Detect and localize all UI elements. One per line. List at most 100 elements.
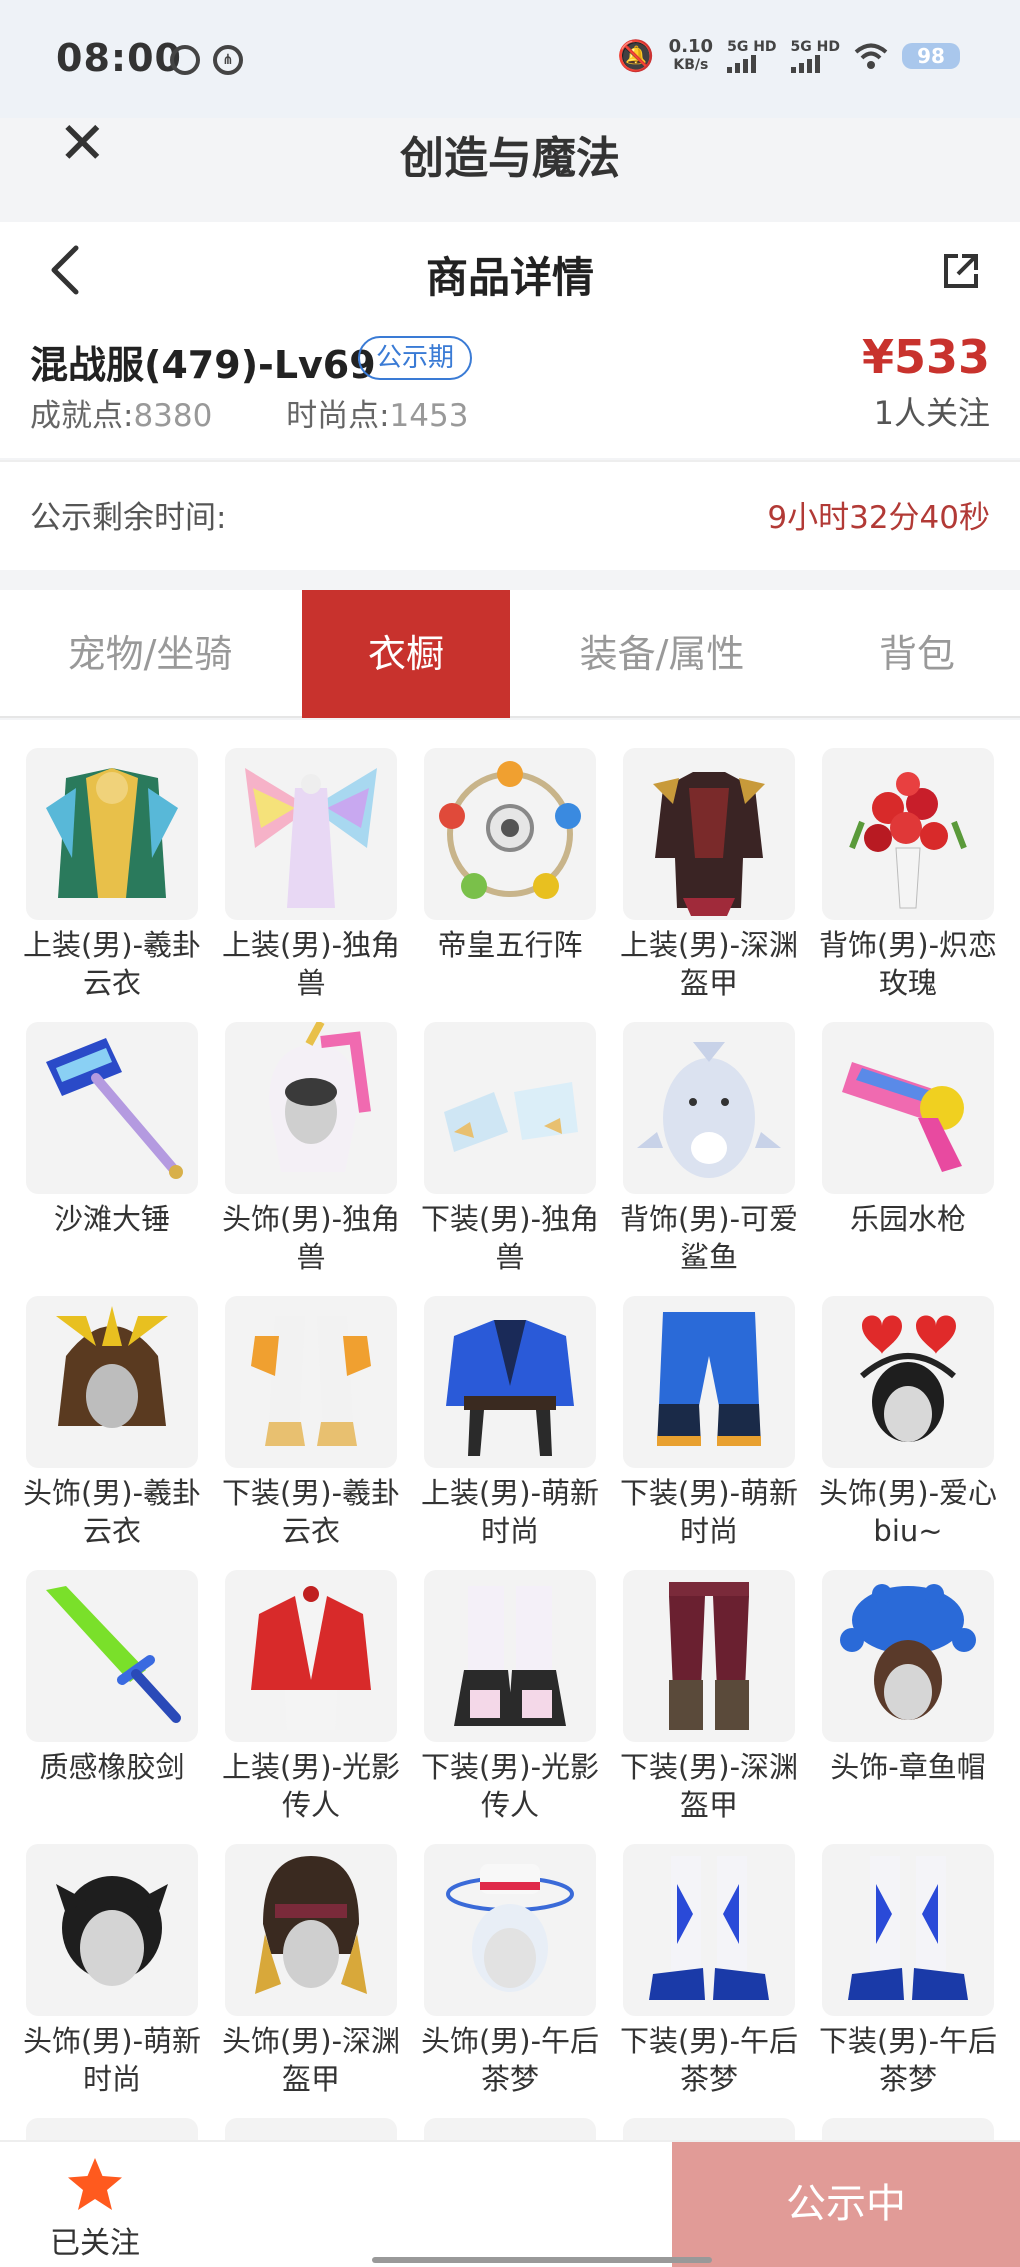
achievement-label: 成就点:	[30, 398, 134, 434]
hair-icon	[26, 1844, 198, 2016]
wardrobe-item[interactable]: 下装(男)-羲卦云衣	[222, 1296, 400, 1556]
wardrobe-item[interactable]: 头饰(男)-羲卦云衣	[23, 1296, 201, 1556]
boots-icon	[424, 1570, 596, 1742]
sword-icon	[26, 1570, 198, 1742]
wifi-icon	[854, 43, 888, 69]
item-name: 上装(男)-光影传人	[221, 1750, 401, 1822]
sun-hat-icon	[424, 1844, 596, 2016]
jacket-icon	[225, 1570, 397, 1742]
status-button[interactable]: 公示中	[672, 2142, 1020, 2267]
item-name: 沙滩大锤	[53, 1202, 170, 1236]
list-item	[623, 2118, 795, 2140]
item-name: 下装(男)-光影传人	[420, 1750, 600, 1822]
item-name: 下装(男)-深渊盔甲	[619, 1750, 799, 1822]
app-notification-icon-2: ⋔	[213, 45, 243, 75]
wardrobe-item[interactable]: 下装(男)-独角兽	[421, 1022, 599, 1282]
hammer-icon	[26, 1022, 198, 1194]
winged-suit-icon	[225, 748, 397, 920]
unicorn-hood-icon	[225, 1022, 397, 1194]
item-name: 帝皇五行阵	[437, 928, 583, 962]
status-indicators: 🔕 0.10 KB/s 5G HD 5G HD 98	[617, 38, 960, 74]
item-name: 上装(男)-萌新时尚	[420, 1476, 600, 1548]
wardrobe-item[interactable]: 乐园水枪	[822, 1022, 994, 1282]
share-icon[interactable]	[940, 250, 982, 292]
price: ¥533	[861, 330, 990, 384]
wardrobe-item[interactable]: 头饰(男)-独角兽	[222, 1022, 400, 1282]
remaining-time-label: 公示剩余时间:	[30, 500, 227, 536]
wardrobe-item[interactable]: 上装(男)-独角兽	[222, 748, 400, 1008]
tab-wardrobe[interactable]: 衣橱	[302, 590, 510, 718]
sim1-signal: 5G HD	[727, 39, 777, 73]
remaining-time-value: 9小时32分40秒	[767, 500, 990, 536]
battery-icon: 98	[902, 43, 960, 69]
mute-bell-icon: 🔕	[617, 38, 655, 74]
remaining-time-row: 公示剩余时间: 9小时32分40秒	[0, 460, 1020, 570]
item-name: 背饰(男)-可爱鲨鱼	[619, 1202, 799, 1274]
pants-icon	[623, 1570, 795, 1742]
wardrobe-item[interactable]: 上装(男)-萌新时尚	[421, 1296, 599, 1556]
tab-backpack[interactable]: 背包	[814, 590, 1020, 718]
star-icon	[68, 2158, 122, 2210]
wardrobe-grid: 上装(男)-羲卦云衣 上装(男)-独角兽 帝皇五行阵 上装(男)-深渊盔甲 背饰…	[0, 720, 1020, 2140]
rose-bouquet-icon	[822, 748, 994, 920]
achievement-value: 8380	[133, 398, 213, 434]
shark-icon	[623, 1022, 795, 1194]
item-name: 头饰(男)-羲卦云衣	[22, 1476, 202, 1548]
item-name: 头饰(男)-萌新时尚	[22, 2024, 202, 2096]
list-item	[822, 2118, 994, 2140]
five-element-array-icon	[424, 748, 596, 920]
pants-icon	[225, 1296, 397, 1468]
heart-headband-icon	[822, 1296, 994, 1468]
home-indicator[interactable]	[372, 2257, 712, 2263]
app-notification-icon	[170, 45, 200, 75]
wardrobe-item[interactable]: 上装(男)-深渊盔甲	[620, 748, 798, 1008]
wardrobe-item[interactable]: 背饰(男)-可爱鲨鱼	[620, 1022, 798, 1282]
wardrobe-item[interactable]: 沙滩大锤	[26, 1022, 198, 1282]
wardrobe-item[interactable]: 上装(男)-光影传人	[222, 1570, 400, 1830]
wardrobe-item[interactable]: 质感橡胶剑	[26, 1570, 198, 1830]
jacket-icon	[424, 1296, 596, 1468]
wardrobe-item[interactable]: 头饰(男)-深渊盔甲	[222, 1844, 400, 2104]
item-name: 下装(男)-独角兽	[420, 1202, 600, 1274]
wardrobe-item[interactable]: 背饰(男)-炽恋玫瑰	[819, 748, 997, 1008]
tab-pets-mounts[interactable]: 宠物/坐骑	[0, 590, 300, 718]
wardrobe-item[interactable]: 下装(男)-午后茶梦	[620, 1844, 798, 2104]
item-name: 背饰(男)-炽恋玫瑰	[818, 928, 998, 1000]
wardrobe-item[interactable]: 头饰-章鱼帽	[822, 1570, 994, 1830]
wardrobe-item[interactable]: 下装(男)-深渊盔甲	[620, 1570, 798, 1830]
item-name: 上装(男)-独角兽	[221, 928, 401, 1000]
list-item	[424, 2118, 596, 2140]
account-stats: 成就点:8380 时尚点:1453	[30, 390, 468, 435]
wardrobe-item[interactable]: 头饰(男)-爱心biu~	[819, 1296, 997, 1556]
wardrobe-item[interactable]: 下装(男)-午后茶梦	[819, 1844, 997, 2104]
status-time: 08:00	[56, 36, 182, 80]
wardrobe-item[interactable]: 下装(男)-萌新时尚	[620, 1296, 798, 1556]
wardrobe-item[interactable]: 帝皇五行阵	[424, 748, 596, 1008]
headdress-icon	[26, 1296, 198, 1468]
signal-bars-icon	[727, 55, 776, 73]
item-name: 下装(男)-午后茶梦	[818, 2024, 998, 2096]
item-name: 头饰(男)-独角兽	[221, 1202, 401, 1274]
item-name: 质感橡胶剑	[39, 1750, 185, 1784]
wardrobe-item[interactable]: 下装(男)-光影传人	[421, 1570, 599, 1830]
boots-icon	[822, 1844, 994, 2016]
item-name: 下装(男)-午后茶梦	[619, 2024, 799, 2096]
item-name: 上装(男)-深渊盔甲	[619, 928, 799, 1000]
sim2-signal: 5G HD	[790, 39, 840, 73]
follow-label: 已关注	[50, 2226, 140, 2261]
status-bar: 08:00 ⋔ 🔕 0.10 KB/s 5G HD 5G HD 98	[0, 0, 1020, 118]
list-item	[26, 2118, 198, 2140]
list-item	[225, 2118, 397, 2140]
robe-icon	[26, 748, 198, 920]
wardrobe-item[interactable]: 头饰(男)-午后茶梦	[421, 1844, 599, 2104]
wardrobe-item[interactable]: 头饰(男)-萌新时尚	[23, 1844, 201, 2104]
app-title: 创造与魔法	[400, 133, 620, 184]
follow-count: 1人关注	[873, 394, 990, 432]
tab-equipment-attributes[interactable]: 装备/属性	[512, 590, 812, 718]
server-name: 混战服(479)-Lv69	[30, 343, 376, 387]
fashion-value: 1453	[389, 398, 469, 434]
wardrobe-item[interactable]: 上装(男)-羲卦云衣	[23, 748, 201, 1008]
fashion-label: 时尚点:	[286, 398, 390, 434]
follow-button[interactable]: 已关注	[40, 2156, 150, 2262]
bottom-action-bar: 已关注 公示中	[0, 2140, 1020, 2267]
